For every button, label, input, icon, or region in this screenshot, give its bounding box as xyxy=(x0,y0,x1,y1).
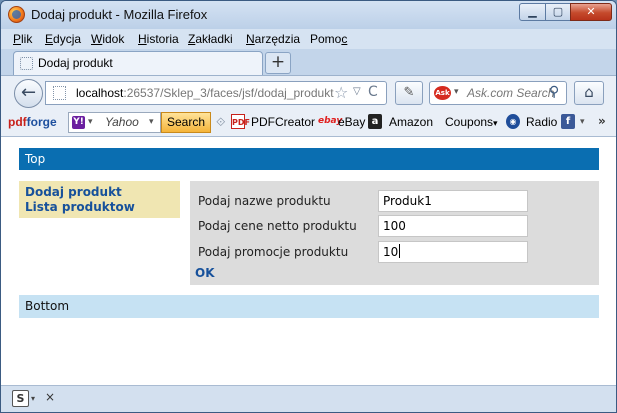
product-promotion-input[interactable]: 10 xyxy=(378,241,528,263)
search-icon[interactable]: ⚲ xyxy=(549,84,559,100)
menu-zakladki[interactable]: Zakładki xyxy=(188,32,233,46)
pdfcreator-link[interactable]: PDFCreator xyxy=(251,115,315,129)
minimize-button[interactable]: ▁ xyxy=(519,3,546,21)
yahoo-history-dropdown-icon[interactable]: ▾ xyxy=(149,117,154,127)
browser-window: Dodaj produkt - Mozilla Firefox ▁ ▢ ✕ Pl… xyxy=(0,0,617,413)
product-form: Podaj nazwe produktu Produk1 Podaj cene … xyxy=(190,181,599,285)
page-header-top: Top xyxy=(19,148,599,170)
form-row-promotion: Podaj promocje produktu 10 xyxy=(198,241,598,263)
menu-bar: Plik Edycja Widok Historia Zakładki Narz… xyxy=(1,29,616,49)
yahoo-search-input[interactable]: Y! ▾ Yahoo ▾ xyxy=(68,112,161,133)
nav-link-lista-produktow[interactable]: Lista produktow xyxy=(25,200,174,215)
search-input[interactable]: Ask ▾ Ask.com Search ⚲ xyxy=(429,81,567,105)
ask-logo-icon[interactable]: Ask xyxy=(434,86,451,100)
form-row-price: Podaj cene netto produktu 100 xyxy=(198,215,598,237)
url-text[interactable]: localhost:26537/Sklep_3/faces/jsf/dodaj_… xyxy=(76,86,336,100)
menu-historia[interactable]: Historia xyxy=(138,32,179,46)
pdfforge-logo[interactable]: pdfforge xyxy=(8,115,57,129)
page-footer-bottom: Bottom xyxy=(19,295,599,318)
menu-pomoc[interactable]: Pomoc xyxy=(310,32,347,46)
firefox-icon xyxy=(8,6,25,23)
reload-icon[interactable]: C xyxy=(368,84,378,100)
close-window-button[interactable]: ✕ xyxy=(570,3,612,21)
radio-link[interactable]: Radio xyxy=(526,115,557,129)
title-bar: Dodaj produkt - Mozilla Firefox ▁ ▢ ✕ xyxy=(1,1,616,29)
amazon-link[interactable]: Amazon xyxy=(389,115,433,129)
facebook-dropdown-icon[interactable]: ▾ xyxy=(580,117,585,127)
navigation-bar: ← localhost:26537/Sklep_3/faces/jsf/doda… xyxy=(1,75,616,109)
tab-strip: Dodaj produkt + xyxy=(1,49,616,75)
menu-plik[interactable]: Plik xyxy=(13,32,32,46)
maximize-button[interactable]: ▢ xyxy=(545,3,571,21)
yahoo-search-button[interactable]: Search xyxy=(161,112,211,133)
window-title: Dodaj produkt - Mozilla Firefox xyxy=(31,7,208,22)
nav-link-dodaj-produkt[interactable]: Dodaj produkt xyxy=(25,185,174,200)
new-tab-button[interactable]: + xyxy=(265,52,291,74)
back-button[interactable]: ← xyxy=(14,79,43,108)
close-addon-bar-icon[interactable]: × xyxy=(45,390,55,404)
search-placeholder: Ask.com Search xyxy=(467,86,555,100)
search-engine-dropdown-icon[interactable]: ▾ xyxy=(454,87,459,97)
ok-submit-link[interactable]: OK xyxy=(195,266,215,280)
history-dropdown-icon[interactable]: ▽ xyxy=(353,86,361,97)
product-price-input[interactable]: 100 xyxy=(378,215,528,237)
yahoo-search-text: Yahoo xyxy=(105,115,139,129)
radio-icon: ◉ xyxy=(506,114,520,129)
ebay-icon: ebay xyxy=(318,116,343,126)
product-name-input[interactable]: Produk1 xyxy=(378,190,528,212)
url-bar[interactable]: localhost:26537/Sklep_3/faces/jsf/dodaj_… xyxy=(45,81,387,105)
toolbar-tool-icon[interactable]: ✎ xyxy=(395,81,423,105)
menu-widok[interactable]: Widok xyxy=(91,32,124,46)
bookmark-star-icon[interactable]: ☆ xyxy=(334,83,348,102)
page-content: Top Dodaj produkt Lista produktow Podaj … xyxy=(1,137,616,385)
coupons-link[interactable]: Coupons▾ xyxy=(445,115,498,129)
ebay-link[interactable]: eBay xyxy=(338,115,365,129)
menu-edycja[interactable]: Edycja xyxy=(45,32,81,46)
home-button[interactable]: ⌂ xyxy=(574,81,604,105)
addon-bar: S ▾ × xyxy=(1,385,616,412)
tab-dodaj-produkt[interactable]: Dodaj produkt xyxy=(13,51,263,75)
product-promotion-label: Podaj promocje produktu xyxy=(198,245,349,259)
tab-label: Dodaj produkt xyxy=(38,56,113,70)
form-row-name: Podaj nazwe produktu Produk1 xyxy=(198,190,598,212)
facebook-icon[interactable]: f xyxy=(561,114,575,129)
toolbar-grip-icon[interactable]: ⟐ xyxy=(216,115,225,130)
menu-narzedzia[interactable]: Narzędzia xyxy=(246,32,300,46)
yahoo-logo-icon: Y! xyxy=(72,116,85,129)
toolbar-overflow-icon[interactable]: » xyxy=(598,114,606,128)
site-identity-icon[interactable] xyxy=(53,86,66,100)
amazon-icon: a xyxy=(368,114,382,129)
left-navigation: Dodaj produkt Lista produktow xyxy=(19,181,180,218)
addon-s-icon[interactable]: S xyxy=(12,390,29,407)
product-price-label: Podaj cene netto produktu xyxy=(198,219,357,233)
product-name-label: Podaj nazwe produktu xyxy=(198,194,331,208)
pdf-icon: PDF xyxy=(231,114,250,129)
addon-toolbar: pdfforge Y! ▾ Yahoo ▾ Search ⟐ PDF PDFCr… xyxy=(1,109,616,137)
page-icon xyxy=(20,57,33,70)
yahoo-engine-dropdown-icon[interactable]: ▾ xyxy=(88,117,93,127)
addon-dropdown-icon[interactable]: ▾ xyxy=(31,394,35,403)
